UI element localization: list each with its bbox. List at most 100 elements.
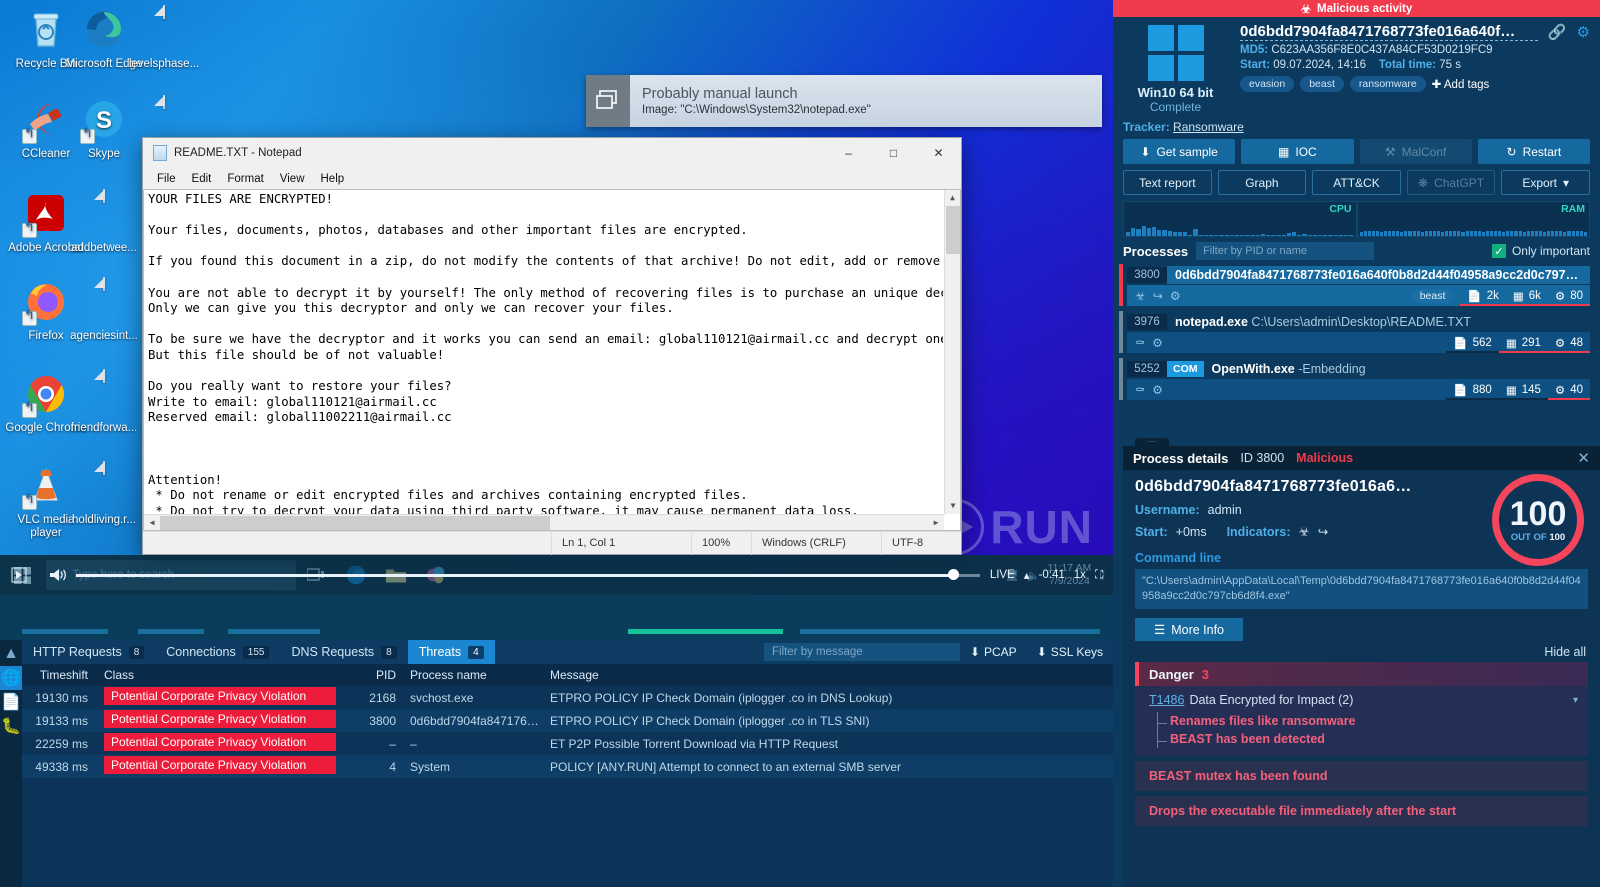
- pcap-download-button[interactable]: ⬇ PCAP: [960, 645, 1027, 659]
- bottom-panel-tabs[interactable]: HTTP Requests 8 Connections 155 DNS Requ…: [22, 640, 1113, 664]
- danger-row-mutex[interactable]: BEAST mutex has been found: [1135, 761, 1588, 791]
- lightbulb-icon[interactable]: ⚰: [1135, 336, 1145, 350]
- desktop-icon-friendforwa[interactable]: friendforwa...: [60, 369, 148, 435]
- play-button[interactable]: [0, 555, 38, 595]
- export-button[interactable]: Export ▾: [1501, 170, 1590, 195]
- process-row-3976[interactable]: 3976 notepad.exe C:\Users\admin\Desktop\…: [1119, 311, 1590, 353]
- gear-net-icon[interactable]: ⚙: [1170, 289, 1181, 303]
- more-info-button[interactable]: ☰ More Info: [1135, 618, 1243, 641]
- scroll-down-icon[interactable]: ▼: [945, 498, 960, 514]
- danger-block-t1486[interactable]: T1486 Data Encrypted for Impact (2) ▾ Re…: [1135, 686, 1588, 756]
- scroll-left-icon[interactable]: ◀: [144, 515, 160, 530]
- text-report-button[interactable]: Text report: [1123, 170, 1212, 195]
- mitre-technique-link[interactable]: T1486: [1149, 693, 1184, 707]
- get-sample-button[interactable]: ⬇ Get sample: [1123, 139, 1236, 164]
- gear-icon[interactable]: ⚙: [1577, 23, 1590, 41]
- tab-dns-requests[interactable]: DNS Requests 8: [280, 640, 407, 664]
- menu-edit[interactable]: Edit: [184, 172, 220, 186]
- activity-timeline[interactable]: [0, 595, 1113, 640]
- gear-net-icon[interactable]: ⚙: [1152, 383, 1163, 397]
- sample-hash[interactable]: 0d6bdd7904fa8471768773fe016a640f…: [1240, 23, 1538, 41]
- share-icon[interactable]: 🔗: [1548, 23, 1567, 41]
- sslkeys-download-button[interactable]: ⬇ SSL Keys: [1027, 645, 1113, 659]
- playback-speed[interactable]: 1x: [1074, 569, 1086, 581]
- danger-child[interactable]: Renames files like ransomware: [1158, 712, 1578, 730]
- notepad-window[interactable]: README.TXT - Notepad ‒ □ ✕ File Edit For…: [142, 137, 962, 555]
- process-filter-input[interactable]: Filter by PID or name: [1196, 242, 1375, 260]
- only-important-toggle[interactable]: ✓ Only important: [1491, 244, 1590, 258]
- table-row[interactable]: 22259 ms Potential Corporate Privacy Vio…: [22, 732, 1113, 755]
- maximize-button[interactable]: □: [871, 138, 916, 168]
- playback-seek-slider[interactable]: [76, 555, 980, 595]
- network-arrow-icon[interactable]: ↪: [1318, 524, 1328, 539]
- network-icon[interactable]: 🌐: [0, 666, 22, 690]
- minimize-button[interactable]: ‒: [826, 138, 871, 168]
- menu-help[interactable]: Help: [313, 172, 353, 186]
- lightbulb-icon[interactable]: ⚰: [1135, 383, 1145, 397]
- biohazard-icon[interactable]: ☣: [1135, 289, 1146, 303]
- tag-beast[interactable]: beast: [1300, 76, 1344, 92]
- biohazard-icon[interactable]: ☣: [1298, 524, 1309, 539]
- notepad-menubar[interactable]: File Edit Format View Help: [143, 168, 961, 189]
- collapse-icon[interactable]: ▲: [0, 642, 22, 666]
- danger-row-drops[interactable]: Drops the executable file immediately af…: [1135, 796, 1588, 826]
- close-button[interactable]: ✕: [916, 138, 961, 168]
- message-filter-input[interactable]: Filter by message: [763, 643, 960, 661]
- danger-section-header[interactable]: Danger 3: [1135, 662, 1588, 686]
- ioc-button[interactable]: ▦ IOC: [1241, 139, 1354, 164]
- notepad-text-area[interactable]: YOUR FILES ARE ENCRYPTED! Your files, do…: [143, 189, 961, 531]
- process-name[interactable]: notepad.exe C:\Users\admin\Desktop\READM…: [1167, 313, 1590, 331]
- menu-file[interactable]: File: [149, 172, 184, 186]
- chevron-down-icon[interactable]: ▾: [1573, 695, 1578, 706]
- command-line-value[interactable]: "C:\Users\admin\AppData\Local\Temp\0d6bd…: [1135, 569, 1588, 609]
- scroll-up-icon[interactable]: ▲: [945, 190, 960, 206]
- windows-desktop[interactable]: Recycle Bin Microsoft Edge levelsphase..…: [0, 0, 1113, 595]
- hide-all-button[interactable]: Hide all: [1123, 641, 1600, 662]
- process-name[interactable]: 0d6bdd7904fa8471768773fe016a640f0b8d2d44…: [1167, 265, 1590, 284]
- tracker-link[interactable]: Ransomware: [1173, 120, 1244, 134]
- restart-button[interactable]: ↻ Restart: [1477, 139, 1590, 164]
- tag-ransomware[interactable]: ransomware: [1349, 76, 1426, 92]
- desktop-icon-levelsphase[interactable]: levelsphase...: [120, 5, 208, 71]
- attack-button[interactable]: ATT&CK: [1312, 170, 1401, 195]
- tab-connections[interactable]: Connections 155: [155, 640, 280, 664]
- scroll-right-icon[interactable]: ▶: [928, 515, 944, 530]
- files-icon[interactable]: 📄: [0, 690, 22, 714]
- tab-http-requests[interactable]: HTTP Requests 8: [22, 640, 155, 664]
- chevron-up-icon[interactable]: ▴: [1024, 568, 1030, 582]
- checkbox-icon[interactable]: ✓: [1491, 244, 1506, 258]
- tag-evasion[interactable]: evasion: [1240, 76, 1295, 92]
- ransom-note-text[interactable]: YOUR FILES ARE ENCRYPTED! Your files, do…: [148, 192, 943, 514]
- process-row-5252[interactable]: 5252 COM OpenWith.exe -Embedding ⚰ ⚙ 📄 88…: [1119, 358, 1591, 400]
- table-row[interactable]: 49338 ms Potential Corporate Privacy Vio…: [22, 755, 1113, 778]
- player-right-controls[interactable]: LIVE ▴ -0:41 1x ⛶: [980, 568, 1113, 583]
- volume-button[interactable]: [38, 555, 76, 595]
- table-row[interactable]: 19133 ms Potential Corporate Privacy Vio…: [22, 709, 1113, 732]
- process-row-3800[interactable]: 3800 0d6bdd7904fa8471768773fe016a640f0b8…: [1119, 264, 1590, 306]
- add-tags-button[interactable]: ✚ Add tags: [1432, 77, 1490, 91]
- gear-net-icon[interactable]: ⚙: [1152, 336, 1163, 350]
- graph-button[interactable]: Graph: [1217, 170, 1307, 195]
- close-icon[interactable]: ✕: [1577, 449, 1590, 467]
- desktop-icon-holdliving[interactable]: holdliving.r...: [60, 461, 148, 527]
- seek-knob[interactable]: [947, 569, 959, 580]
- notepad-titlebar[interactable]: README.TXT - Notepad ‒ □ ✕: [143, 138, 961, 168]
- table-row[interactable]: 19130 ms Potential Corporate Privacy Vio…: [22, 686, 1113, 709]
- module-icon: ⚙: [1554, 337, 1566, 350]
- fullscreen-icon[interactable]: ⛶: [1095, 569, 1103, 582]
- panel-drag-handle[interactable]: ⋯: [1135, 437, 1169, 447]
- malware-icon[interactable]: 🐛: [0, 714, 22, 738]
- network-arrow-icon[interactable]: ↪: [1153, 289, 1163, 303]
- bottom-panel-rail[interactable]: ▲ 🌐 📄 🐛: [0, 640, 22, 887]
- hscroll-thumb[interactable]: [160, 516, 550, 530]
- menu-view[interactable]: View: [272, 172, 313, 186]
- scroll-thumb[interactable]: [946, 206, 960, 254]
- process-name[interactable]: OpenWith.exe -Embedding: [1204, 360, 1591, 378]
- notepad-vertical-scrollbar[interactable]: ▲ ▼: [944, 190, 960, 514]
- notepad-horizontal-scrollbar[interactable]: ◀ ▶: [144, 514, 944, 530]
- recording-player-controls[interactable]: LIVE ▴ -0:41 1x ⛶: [0, 555, 1113, 595]
- danger-child[interactable]: BEAST has been detected: [1158, 730, 1578, 748]
- process-tag-beast[interactable]: beast: [1410, 288, 1455, 303]
- menu-format[interactable]: Format: [219, 172, 271, 186]
- tab-threats[interactable]: Threats 4: [407, 640, 495, 664]
